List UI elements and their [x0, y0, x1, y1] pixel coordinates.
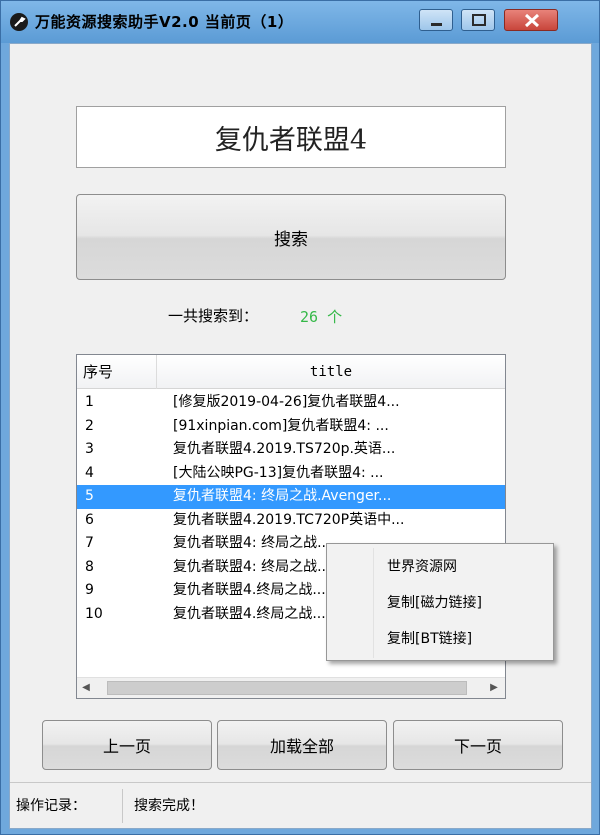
wrench-icon	[9, 12, 29, 32]
result-count-value: 26 个	[300, 308, 343, 326]
list-header: 序号 title	[77, 355, 505, 389]
prev-page-button[interactable]: 上一页	[42, 720, 212, 770]
column-header-index[interactable]: 序号	[77, 355, 157, 389]
row-index: 7	[85, 535, 94, 551]
minimize-button[interactable]	[419, 9, 453, 31]
status-text: 搜索完成！	[134, 798, 204, 814]
menu-item-world-resource[interactable]: 世界资源网	[387, 556, 457, 576]
table-row[interactable]: 4 [大陆公映PG-13]复仇者联盟4: ...	[77, 462, 505, 486]
row-title: [大陆公映PG-13]复仇者联盟4: ...	[173, 464, 384, 481]
menu-item-copy-magnet[interactable]: 复制[磁力链接]	[387, 592, 482, 612]
status-bar: 操作记录： 搜索完成！	[10, 782, 591, 828]
window-title: 万能资源搜索助手V2.0 当前页（1）	[35, 13, 294, 31]
row-index: 10	[85, 605, 103, 622]
row-title: [修复版2019-04-26]复仇者联盟4...	[173, 394, 400, 410]
maximize-icon	[472, 14, 486, 26]
row-index: 1	[85, 394, 94, 410]
search-input[interactable]: 复仇者联盟4	[76, 106, 506, 168]
app-window: 万能资源搜索助手V2.0 当前页（1） 复仇者联盟4 搜索 一共搜索到： 26 …	[0, 0, 600, 835]
result-count-label: 一共搜索到：	[168, 307, 259, 325]
load-all-button[interactable]: 加载全部	[217, 720, 387, 770]
row-title: 复仇者联盟4.2019.TS720p.英语...	[173, 441, 396, 457]
row-index: 9	[85, 582, 94, 598]
row-title: [91xinpian.com]复仇者联盟4: ...	[173, 417, 389, 434]
row-index: 3	[85, 441, 94, 457]
row-title: 复仇者联盟4: 终局之战...	[173, 558, 331, 575]
row-title: 复仇者联盟4.2019.TC720P英语中...	[173, 511, 405, 528]
scroll-left-icon[interactable]: ◀	[79, 681, 93, 695]
table-row[interactable]: 6 复仇者联盟4.2019.TC720P英语中...	[77, 509, 505, 533]
table-row[interactable]: 5 复仇者联盟4: 终局之战.Avenger...	[77, 485, 505, 509]
row-index: 4	[85, 464, 94, 481]
status-divider	[122, 789, 123, 823]
table-row[interactable]: 3 复仇者联盟4.2019.TS720p.英语...	[77, 438, 505, 462]
context-menu: 世界资源网 复制[磁力链接] 复制[BT链接]	[326, 543, 554, 661]
menu-item-copy-bt[interactable]: 复制[BT链接]	[387, 628, 472, 648]
scroll-right-icon[interactable]: ▶	[487, 681, 501, 695]
next-page-button[interactable]: 下一页	[393, 720, 563, 770]
row-index: 6	[85, 511, 94, 528]
row-index: 2	[85, 417, 94, 434]
search-button[interactable]: 搜索	[76, 194, 506, 280]
close-button[interactable]	[504, 9, 558, 31]
row-title: 复仇者联盟4.终局之战...	[173, 582, 326, 598]
column-header-title[interactable]: title	[158, 355, 504, 389]
row-title: 复仇者联盟4: 终局之战.Avenger...	[173, 488, 392, 504]
menu-gutter-divider	[373, 548, 374, 658]
client-area: 复仇者联盟4 搜索 一共搜索到： 26 个 序号 title 1 [修复版2019…	[9, 43, 592, 829]
maximize-button[interactable]	[461, 9, 495, 31]
row-index: 8	[85, 558, 94, 575]
row-title: 复仇者联盟4: 终局之战...	[173, 535, 331, 551]
horizontal-scrollbar[interactable]: ◀ ▶	[77, 677, 505, 698]
table-row[interactable]: 2 [91xinpian.com]复仇者联盟4: ...	[77, 415, 505, 439]
minimize-icon	[431, 23, 442, 26]
row-title: 复仇者联盟4.终局之战...	[173, 605, 326, 622]
title-bar[interactable]: 万能资源搜索助手V2.0 当前页（1）	[1, 1, 599, 43]
status-label: 操作记录：	[16, 798, 86, 814]
close-icon	[524, 13, 540, 28]
scrollbar-thumb[interactable]	[107, 681, 467, 695]
row-index: 5	[85, 488, 94, 504]
table-row[interactable]: 1 [修复版2019-04-26]复仇者联盟4...	[77, 391, 505, 415]
